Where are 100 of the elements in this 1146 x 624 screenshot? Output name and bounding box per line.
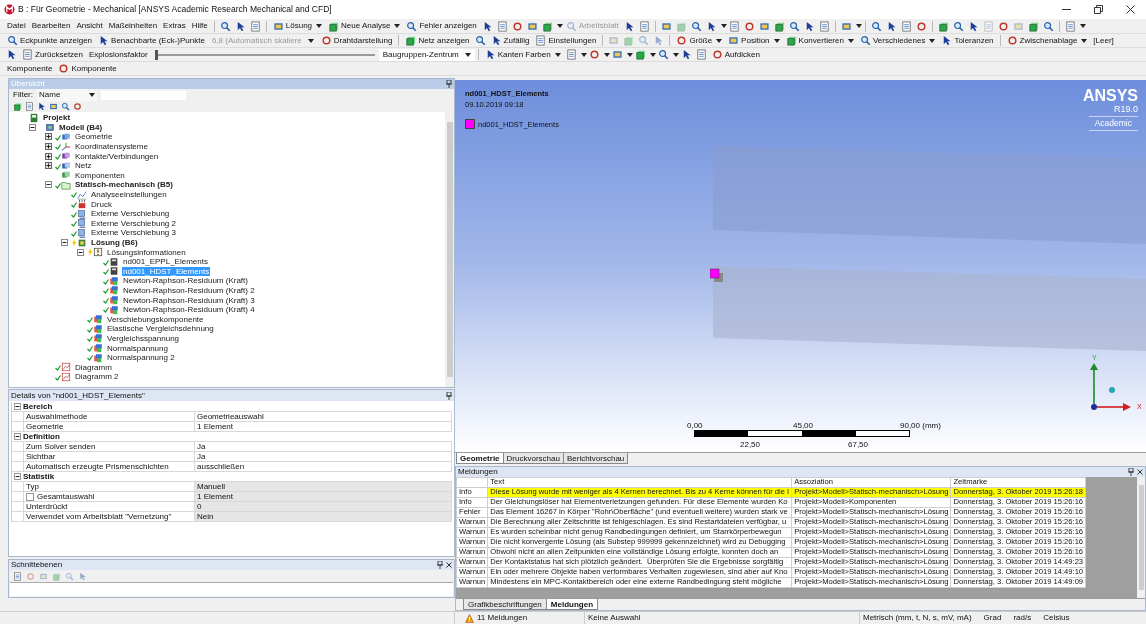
- property-value[interactable]: ausschließen: [195, 462, 452, 471]
- expand-icon[interactable]: [45, 133, 52, 141]
- tree-item[interactable]: Lösungsinformationen: [106, 247, 187, 257]
- property-value[interactable]: Geometrieauswahl: [195, 412, 452, 421]
- collapse-icon[interactable]: [14, 403, 21, 410]
- filter-field[interactable]: [101, 90, 186, 100]
- view-tab[interactable]: Druckvorschau: [502, 453, 564, 464]
- toolbar-button[interactable]: Position: [725, 34, 783, 47]
- toolbar-button[interactable]: Zufällig: [487, 34, 533, 47]
- tree-item[interactable]: Analyseeinstellungen: [90, 190, 168, 200]
- toolbar-button[interactable]: Lösung: [269, 20, 326, 32]
- toolbar-button[interactable]: Komponente: [55, 62, 120, 75]
- panel-tab[interactable]: Grafikbeschriftungen: [463, 599, 547, 610]
- property-value[interactable]: 0: [195, 502, 452, 511]
- tree-item[interactable]: Newton-Raphson-Residuum (Kraft) 2: [122, 286, 256, 295]
- tree-item[interactable]: Externe Verschiebung: [90, 209, 171, 219]
- dropdown-field[interactable]: Baugruppen-Zentrum: [378, 48, 475, 61]
- tree-item[interactable]: Netz: [74, 161, 93, 171]
- property-value[interactable]: Ja: [195, 442, 452, 451]
- filter-dropdown[interactable]: Name: [37, 89, 97, 101]
- close-icon[interactable]: [446, 562, 452, 568]
- toolbar-button[interactable]: Verschiedenes: [856, 34, 939, 47]
- tree-item[interactable]: Kontakte/Verbindungen: [74, 151, 160, 161]
- pin-icon[interactable]: [446, 80, 452, 88]
- tree-item[interactable]: Newton-Raphson-Residuum (Kraft) 3: [122, 295, 256, 305]
- tree-item[interactable]: Externe Verschiebung 3: [90, 228, 177, 238]
- pin-icon[interactable]: [446, 391, 452, 400]
- close-icon[interactable]: [1137, 469, 1143, 475]
- tree-item[interactable]: nd001_EPPL_Elements: [122, 257, 209, 267]
- toolbar-button[interactable]: Aufdicken: [708, 48, 763, 61]
- menu-item[interactable]: Maßeinheiten: [105, 20, 161, 32]
- toolbar-button[interactable]: Komponente: [4, 62, 56, 75]
- toolbar-button[interactable]: Einstellungen: [532, 34, 600, 47]
- block-icon[interactable]: [49, 102, 58, 111]
- toolbar-button[interactable]: Größe: [673, 34, 726, 47]
- menu-item[interactable]: Extras: [160, 20, 189, 32]
- tree-item[interactable]: Lösung (B6): [90, 238, 139, 247]
- expand-icon[interactable]: [45, 162, 52, 170]
- tree-item[interactable]: Diagramm 2: [74, 372, 120, 382]
- pointer-icon[interactable]: [37, 102, 46, 111]
- tree-item[interactable]: Verschiebungskomponente: [106, 314, 205, 324]
- toolbar-button[interactable]: Netz anzeigen: [402, 34, 473, 47]
- collapse-icon[interactable]: [61, 239, 68, 246]
- scrollbar[interactable]: [445, 112, 454, 387]
- expand-icon[interactable]: [45, 152, 52, 160]
- tree-item[interactable]: Normalspannung: [106, 343, 169, 353]
- toolbar-button[interactable]: Kanten Farben: [481, 48, 564, 61]
- property-value[interactable]: Ja: [195, 452, 452, 461]
- toolbar-button[interactable]: Konvertieren: [782, 34, 857, 47]
- magnifier-icon[interactable]: [61, 102, 70, 111]
- sheet-icon[interactable]: [13, 571, 22, 581]
- tree-item[interactable]: Elastische Vergleichsdehnung: [106, 324, 215, 334]
- tree-item[interactable]: Externe Verschiebung 2: [90, 218, 177, 228]
- tree-item[interactable]: Koordinatensysteme: [74, 142, 149, 152]
- collapse-icon[interactable]: [14, 433, 21, 440]
- checkbox[interactable]: [26, 492, 34, 501]
- menu-item[interactable]: Bearbeiten: [28, 20, 74, 32]
- menu-item[interactable]: Hilfe: [188, 20, 211, 32]
- collapse-icon[interactable]: [77, 248, 84, 256]
- tree-item[interactable]: Newton-Raphson-Residuum (Kraft) 4: [122, 305, 256, 315]
- scrollbar[interactable]: [1137, 477, 1145, 598]
- tree-item[interactable]: Statisch-mechanisch (B5): [74, 180, 174, 190]
- tree-item[interactable]: Projekt: [42, 113, 72, 123]
- tree-item[interactable]: Newton-Raphson-Residuum (Kraft): [122, 276, 249, 286]
- pin-icon[interactable]: [1128, 468, 1134, 476]
- toolbar-button[interactable]: Zurücksetzen: [19, 48, 87, 61]
- tree-item[interactable]: Diagramm: [74, 362, 113, 372]
- property-value[interactable]: 1 Element: [195, 492, 452, 501]
- cube-icon[interactable]: [13, 102, 22, 111]
- view-tab[interactable]: Berichtvorschau: [562, 453, 629, 464]
- toolbar-button[interactable]: Zwischenablage: [1003, 34, 1091, 47]
- toolbar-button[interactable]: Fehler anzeigen: [403, 20, 480, 32]
- toolbar-button[interactable]: Benachbarte (Eck-)Punkte: [95, 34, 208, 47]
- status-text: Celsius: [1043, 612, 1070, 624]
- sheet-icon[interactable]: [25, 102, 34, 111]
- tree-item[interactable]: Komponenten: [74, 170, 126, 180]
- menu-item[interactable]: Datei: [4, 20, 29, 32]
- ring-icon[interactable]: [73, 102, 82, 111]
- toolbar-button[interactable]: Eckpunkte anzeigen: [4, 34, 96, 47]
- slider[interactable]: [154, 49, 375, 60]
- menu-item[interactable]: Ansicht: [73, 20, 106, 32]
- tree-item[interactable]: Modell (B4): [58, 122, 104, 132]
- collapse-icon[interactable]: [14, 473, 21, 480]
- panel-tab[interactable]: Meldungen: [545, 599, 599, 610]
- pin-icon[interactable]: [437, 561, 443, 569]
- tree-item[interactable]: Normalspannung 2: [106, 353, 176, 363]
- toolbar-button[interactable]: Toleranzen: [938, 34, 997, 47]
- property-value[interactable]: Nein: [195, 512, 452, 521]
- tree-item[interactable]: Vergleichsspannung: [106, 333, 181, 343]
- tree-item[interactable]: Geometrie: [74, 132, 114, 142]
- collapse-icon[interactable]: [29, 123, 36, 131]
- collapse-icon[interactable]: [45, 181, 52, 189]
- version-label: R19.0: [1113, 104, 1138, 114]
- tree-item[interactable]: Druck: [90, 199, 113, 209]
- view-tab[interactable]: Geometrie: [456, 453, 504, 464]
- property-value[interactable]: 1 Element: [195, 422, 452, 431]
- expand-icon[interactable]: [45, 143, 52, 151]
- toolbar-button[interactable]: Neue Analyse: [325, 20, 404, 32]
- toolbar-button[interactable]: Drahtdarstellung: [317, 34, 396, 47]
- property-value[interactable]: Manuell: [195, 482, 452, 491]
